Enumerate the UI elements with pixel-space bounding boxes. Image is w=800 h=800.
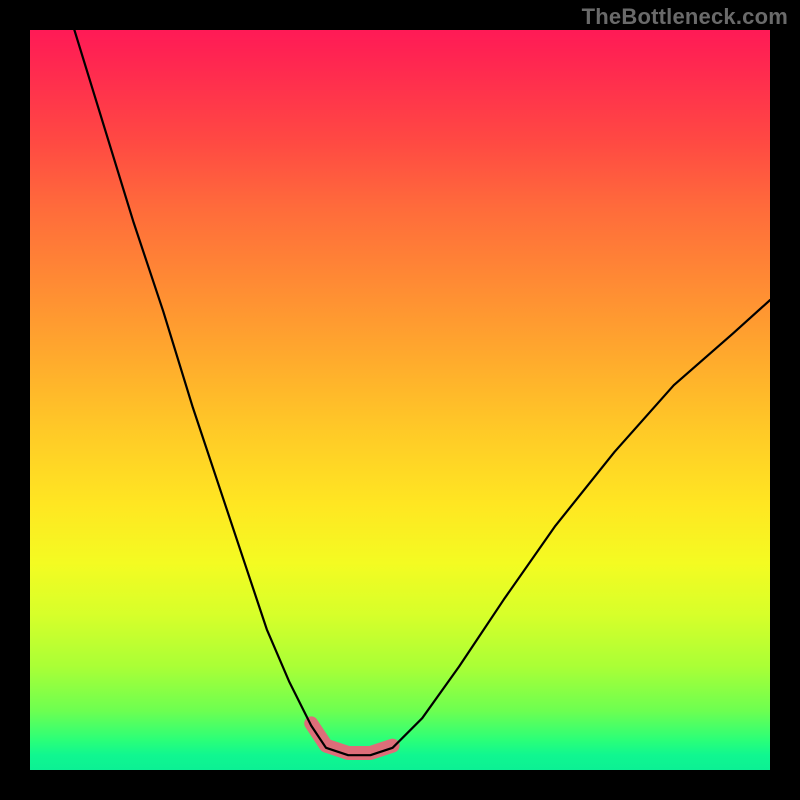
plot-area [30, 30, 770, 770]
curve-layer [30, 30, 770, 770]
valley-highlight-band [311, 723, 392, 753]
watermark-text: TheBottleneck.com [582, 4, 788, 30]
bottleneck-curve [74, 30, 770, 755]
chart-frame: TheBottleneck.com [0, 0, 800, 800]
